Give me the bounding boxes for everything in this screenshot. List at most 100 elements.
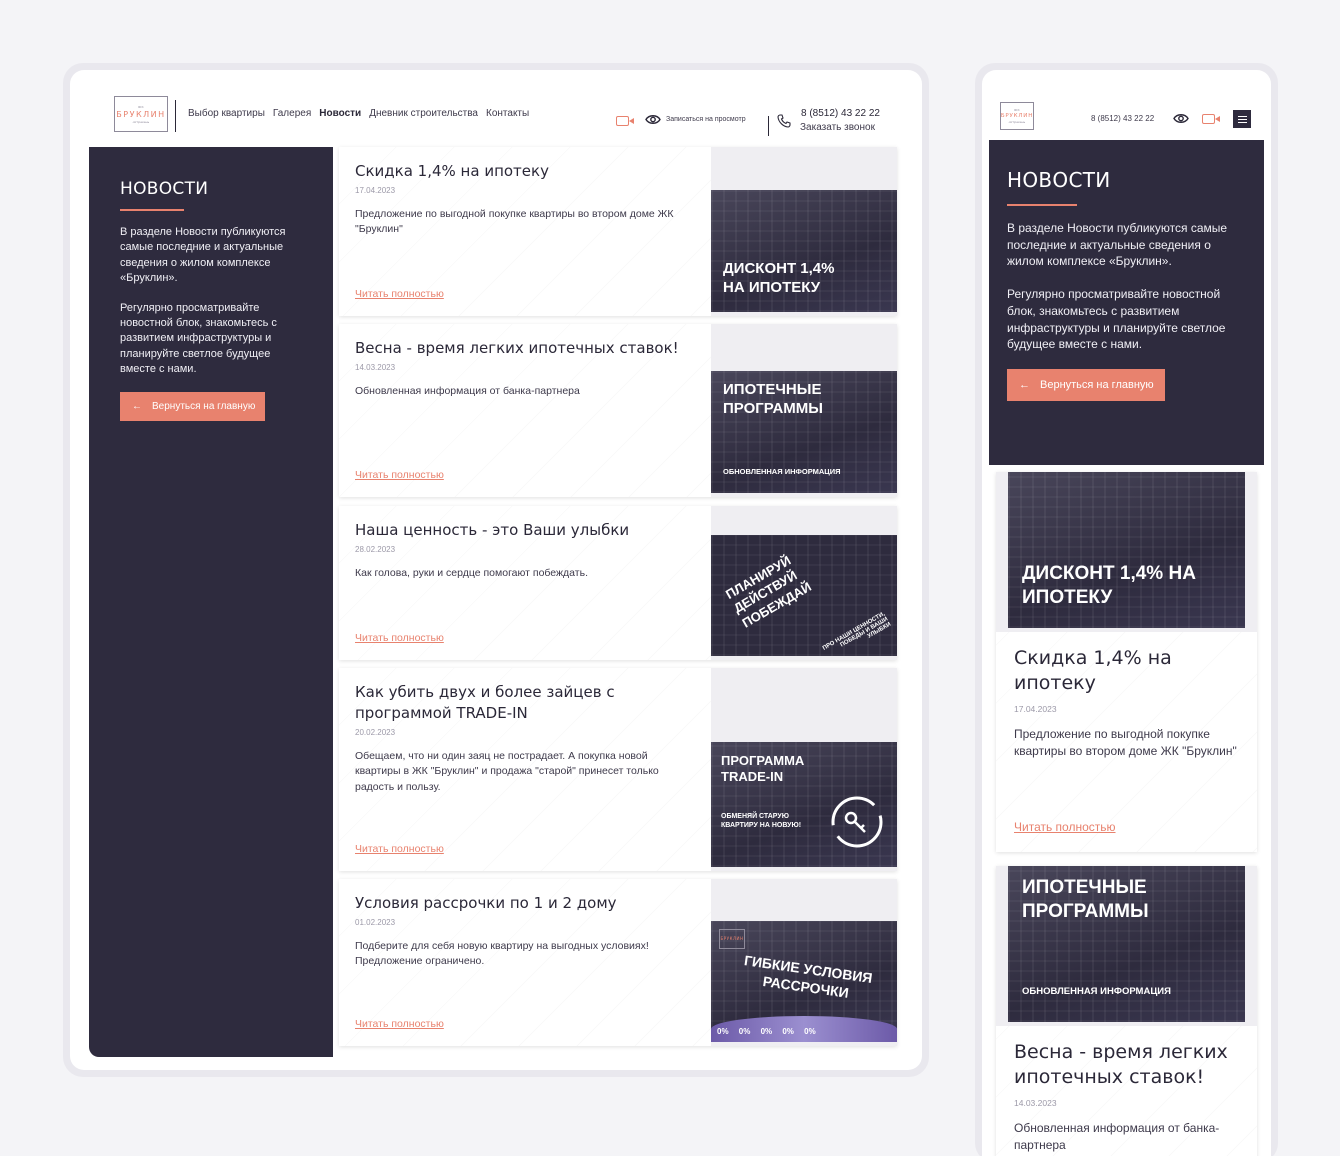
news-sidebar: НОВОСТИ В разделе Новости публикуются са… — [89, 147, 333, 1057]
back-to-home-button[interactable]: ← Вернуться на главную — [120, 391, 266, 421]
page-title: НОВОСТИ — [120, 179, 209, 199]
news-card[interactable]: ИПОТЕЧНЫЕ ПРОГРАММЫ ОБНОВЛЕННАЯ ИНФОРМАЦ… — [996, 866, 1257, 1156]
news-image[interactable]: ИПОТЕЧНЫЕ ПРОГРАММЫ ОБНОВЛЕННАЯ ИНФОРМАЦ… — [996, 866, 1257, 1026]
request-call-link[interactable]: Заказать звонок — [800, 122, 875, 133]
news-date: 17.04.2023 — [355, 186, 396, 195]
read-more-link[interactable]: Читать полностью — [355, 632, 444, 644]
news-image[interactable]: ДИСКОНТ 1,4% НА ИПОТЕКУ — [711, 147, 897, 316]
banner-headline: ИПОТЕЧНЫЕ ПРОГРАММЫ — [1022, 877, 1149, 922]
news-description: Предложение по выгодной покупке квартиры… — [355, 208, 674, 236]
news-date: 01.02.2023 — [355, 918, 396, 927]
news-date: 14.03.2023 — [1014, 1098, 1057, 1108]
read-more-link[interactable]: Читать полностью — [1014, 820, 1116, 834]
video-camera-icon[interactable] — [1202, 114, 1220, 124]
arrow-left-icon: ← — [1019, 378, 1030, 391]
news-card[interactable]: ДИСКОНТ 1,4% НА ИПОТЕКУ Скидка 1,4% на и… — [996, 472, 1257, 852]
menu-icon[interactable] — [1233, 110, 1251, 128]
nav-item-news[interactable]: Новости — [319, 108, 361, 119]
banner-percentages: 0% 0% 0% 0% 0% — [717, 1027, 816, 1036]
news-title[interactable]: Условия рассрочки по 1 и 2 дому — [355, 893, 695, 914]
news-title[interactable]: Наша ценность - это Ваши улыбки — [355, 520, 695, 541]
nav-item-gallery[interactable]: Галерея — [273, 108, 311, 119]
news-image[interactable]: ДИСКОНТ 1,4% НА ИПОТЕКУ — [996, 472, 1257, 632]
news-date: 28.02.2023 — [355, 545, 396, 554]
news-description: Подберите для себя новую квартиру на выг… — [355, 940, 649, 968]
nav-item-contacts[interactable]: Контакты — [486, 108, 529, 119]
nav-item-apartments[interactable]: Выбор квартиры — [188, 108, 265, 119]
news-title[interactable]: Скидка 1,4% на ипотеку — [1014, 646, 1239, 696]
mobile-news-sidebar: НОВОСТИ В разделе Новости публикуются са… — [989, 140, 1264, 465]
banner-subline: ОБНОВЛЕННАЯ ИНФОРМАЦИЯ — [1022, 985, 1171, 997]
banner-headline: ДИСКОНТ 1,4% НА ИПОТЕКУ — [1022, 563, 1196, 608]
title-underline — [1007, 204, 1077, 206]
brand-logo[interactable]: ЖК БРУКЛИН Астрахань — [114, 96, 168, 132]
mobile-phone-number[interactable]: 8 (8512) 43 22 22 — [1091, 114, 1154, 123]
mobile-brand-logo[interactable]: ЖК БРУКЛИН Астрахань — [1000, 102, 1034, 130]
nav-item-construction-diary[interactable]: Дневник строительства — [369, 108, 478, 119]
news-title[interactable]: Как убить двух и более зайцев с программ… — [355, 682, 695, 724]
news-description: Обновленная информация от банка-партнера — [355, 385, 580, 397]
banner-subline: ОБНОВЛЕННАЯ ИНФОРМАЦИЯ — [723, 466, 841, 476]
main-nav: Выбор квартиры Галерея Новости Дневник с… — [188, 108, 529, 119]
read-more-link[interactable]: Читать полностью — [355, 843, 444, 855]
news-card[interactable]: Наша ценность - это Ваши улыбки 28.02.20… — [339, 506, 897, 660]
news-card[interactable]: Условия рассрочки по 1 и 2 дому 01.02.20… — [339, 879, 897, 1046]
news-description: Обещаем, что ни один заяц не пострадает.… — [355, 750, 659, 793]
read-more-link[interactable]: Читать полностью — [355, 1018, 444, 1030]
header-divider — [768, 116, 769, 136]
news-title[interactable]: Весна - время легких ипотечных ставок! — [1014, 1040, 1239, 1090]
banner-subline: ОБМЕНЯЙ СТАРУЮ КВАРТИРУ НА НОВУЮ! — [721, 812, 802, 830]
sidebar-secondary-text: Регулярно просматривайте новостной блок,… — [120, 301, 277, 376]
phone-icon — [777, 114, 791, 128]
desktop-device-frame: ЖК БРУКЛИН Астрахань Выбор квартиры Гале… — [63, 63, 929, 1077]
news-banner: ДИСКОНТ 1,4% НА ИПОТЕКУ — [1008, 472, 1245, 628]
banner-headline: ГИБКИЕ УСЛОВИЯ РАССРОЧКИ — [743, 952, 874, 1001]
news-banner: БРУКЛИН ГИБКИЕ УСЛОВИЯ РАССРОЧКИ 0% 0% 0… — [711, 921, 897, 1042]
news-banner: ПЛАНИРУЙ ДЕЙСТВУЙ ПОБЕЖДАЙ ПРО НАШИ ЦЕНН… — [711, 535, 897, 656]
news-title[interactable]: Весна - время легких ипотечных ставок! — [355, 338, 695, 359]
eye-icon[interactable] — [1173, 113, 1189, 124]
banner-subline: ПРО НАШИ ЦЕННОСТИ, ПОБЕДЫ И ВАШИ УЛЫБКИ — [821, 611, 893, 652]
logo-sub-text: Астрахань — [132, 119, 150, 124]
news-list: Скидка 1,4% на ипотеку 17.04.2023 Предло… — [339, 147, 897, 1046]
back-to-home-button[interactable]: ← Вернуться на главную — [1007, 368, 1165, 401]
video-camera-icon[interactable] — [616, 116, 634, 126]
news-banner: ДИСКОНТ 1,4% НА ИПОТЕКУ — [711, 190, 897, 312]
site-header: ЖК БРУКЛИН Астрахань Выбор квартиры Гале… — [70, 70, 922, 146]
news-card[interactable]: Как убить двух и более зайцев с программ… — [339, 668, 897, 871]
news-card[interactable]: Скидка 1,4% на ипотеку 17.04.2023 Предло… — [339, 147, 897, 316]
mobile-screen: ЖК БРУКЛИН Астрахань 8 (8512) 43 22 22 Н… — [982, 70, 1271, 1156]
book-viewing-link[interactable]: Записаться на просмотр — [666, 116, 746, 123]
back-button-label: Вернуться на главную — [152, 400, 256, 412]
mobile-page-title: НОВОСТИ — [1007, 168, 1111, 192]
news-date: 20.02.2023 — [355, 728, 396, 737]
news-date: 14.03.2023 — [355, 363, 396, 372]
news-image[interactable]: БРУКЛИН ГИБКИЕ УСЛОВИЯ РАССРОЧКИ 0% 0% 0… — [711, 879, 897, 1046]
banner-headline: ПРОГРАММА TRADE-IN — [721, 753, 805, 785]
arrow-left-icon: ← — [132, 400, 142, 412]
news-description: Как голова, руки и сердце помогают побеж… — [355, 567, 588, 579]
desktop-screen: ЖК БРУКЛИН Астрахань Выбор квартиры Гале… — [70, 70, 922, 1070]
news-card[interactable]: Весна - время легких ипотечных ставок! 1… — [339, 324, 897, 497]
news-banner: ИПОТЕЧНЫЕ ПРОГРАММЫ ОБНОВЛЕННАЯ ИНФОРМАЦ… — [1008, 866, 1245, 1022]
eye-icon[interactable] — [645, 114, 661, 125]
news-banner: ИПОТЕЧНЫЕ ПРОГРАММЫ ОБНОВЛЕННАЯ ИНФОРМАЦ… — [711, 371, 897, 493]
title-underline — [120, 209, 184, 211]
read-more-link[interactable]: Читать полностью — [355, 469, 444, 481]
news-image[interactable]: ПЛАНИРУЙ ДЕЙСТВУЙ ПОБЕЖДАЙ ПРО НАШИ ЦЕНН… — [711, 506, 897, 660]
read-more-link[interactable]: Читать полностью — [355, 288, 444, 300]
banner-logo: БРУКЛИН — [719, 929, 745, 949]
banner-headline: ПЛАНИРУЙ ДЕЙСТВУЙ ПОБЕЖДАЙ — [723, 552, 814, 631]
news-image[interactable]: ПРОГРАММА TRADE-IN ОБМЕНЯЙ СТАРУЮ КВАРТИ… — [711, 668, 897, 871]
logo-name: БРУКЛИН — [116, 109, 166, 119]
mobile-device-frame: ЖК БРУКЛИН Астрахань 8 (8512) 43 22 22 Н… — [975, 63, 1278, 1156]
sidebar-secondary-text: Регулярно просматривайте новостной блок,… — [1007, 287, 1226, 352]
news-title[interactable]: Скидка 1,4% на ипотеку — [355, 161, 695, 182]
news-image[interactable]: ИПОТЕЧНЫЕ ПРОГРАММЫ ОБНОВЛЕННАЯ ИНФОРМАЦ… — [711, 324, 897, 497]
news-description: Обновленная информация от банка-партнера — [1014, 1121, 1220, 1152]
key-exchange-icon — [831, 796, 883, 848]
phone-number[interactable]: 8 (8512) 43 22 22 — [801, 108, 880, 119]
logo-divider — [175, 100, 176, 132]
sidebar-intro-text: В разделе Новости публикуются самые посл… — [1007, 221, 1228, 269]
news-banner: ПРОГРАММА TRADE-IN ОБМЕНЯЙ СТАРУЮ КВАРТИ… — [711, 742, 897, 867]
